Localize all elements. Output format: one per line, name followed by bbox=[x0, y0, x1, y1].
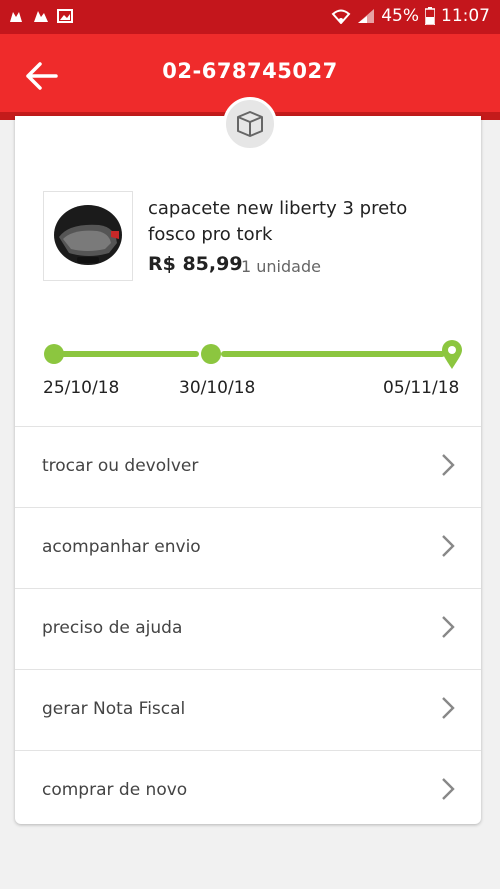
battery-level: 45% bbox=[381, 6, 419, 26]
timeline-segment bbox=[61, 351, 199, 357]
menu-item-label: trocar ou devolver bbox=[42, 456, 199, 476]
chevron-right-icon bbox=[442, 778, 455, 800]
product-name: capacete new liberty 3 preto fosco pro t… bbox=[148, 196, 468, 248]
product-name-line: capacete new liberty 3 preto bbox=[148, 198, 408, 219]
menu-item-preciso-de-ajuda[interactable]: preciso de ajuda bbox=[15, 588, 481, 669]
menu-item-label: comprar de novo bbox=[42, 780, 188, 800]
chevron-right-icon bbox=[442, 535, 455, 557]
product-image[interactable] bbox=[43, 191, 133, 281]
timeline-step-dot bbox=[201, 344, 221, 364]
menu-item-trocar-ou-devolver[interactable]: trocar ou devolver bbox=[15, 426, 481, 507]
order-number-title: 02-678745027 bbox=[162, 59, 338, 83]
order-actions-list: trocar ou devolver acompanhar envio prec… bbox=[15, 426, 481, 831]
chevron-right-icon bbox=[442, 616, 455, 638]
order-badge bbox=[223, 97, 277, 151]
product-name-line: fosco pro tork bbox=[148, 224, 273, 245]
location-pin-icon bbox=[442, 340, 462, 369]
order-details-card: capacete new liberty 3 preto fosco pro t… bbox=[15, 116, 481, 824]
timeline-step-dot bbox=[44, 344, 64, 364]
notification-icons bbox=[8, 8, 74, 24]
image-notification-icon bbox=[57, 9, 73, 23]
box-icon bbox=[237, 111, 263, 137]
product-price: R$ 85,99 bbox=[148, 253, 243, 275]
timeline-date: 30/10/18 bbox=[179, 378, 256, 398]
timeline-date: 25/10/18 bbox=[43, 378, 120, 398]
helmet-image bbox=[54, 205, 122, 265]
menu-item-acompanhar-envio[interactable]: acompanhar envio bbox=[15, 507, 481, 588]
product-quantity: 1 unidade bbox=[241, 257, 321, 276]
chevron-right-icon bbox=[442, 454, 455, 476]
menu-item-label: gerar Nota Fiscal bbox=[42, 699, 186, 719]
chevron-right-icon bbox=[442, 697, 455, 719]
clock: 11:07 bbox=[441, 6, 490, 26]
menu-item-label: preciso de ajuda bbox=[42, 618, 183, 638]
timeline-segment bbox=[221, 351, 445, 357]
menu-item-label: acompanhar envio bbox=[42, 537, 201, 557]
battery-icon bbox=[425, 7, 435, 25]
status-bar: 45% 11:07 bbox=[0, 0, 500, 34]
app-notification-icon bbox=[10, 12, 22, 22]
menu-item-comprar-de-novo[interactable]: comprar de novo bbox=[15, 750, 481, 831]
app-notification-icon bbox=[34, 11, 48, 22]
signal-icon bbox=[358, 9, 375, 23]
timeline-date: 05/11/18 bbox=[383, 378, 460, 398]
menu-item-gerar-nota-fiscal[interactable]: gerar Nota Fiscal bbox=[15, 669, 481, 750]
wifi-icon bbox=[331, 9, 351, 24]
